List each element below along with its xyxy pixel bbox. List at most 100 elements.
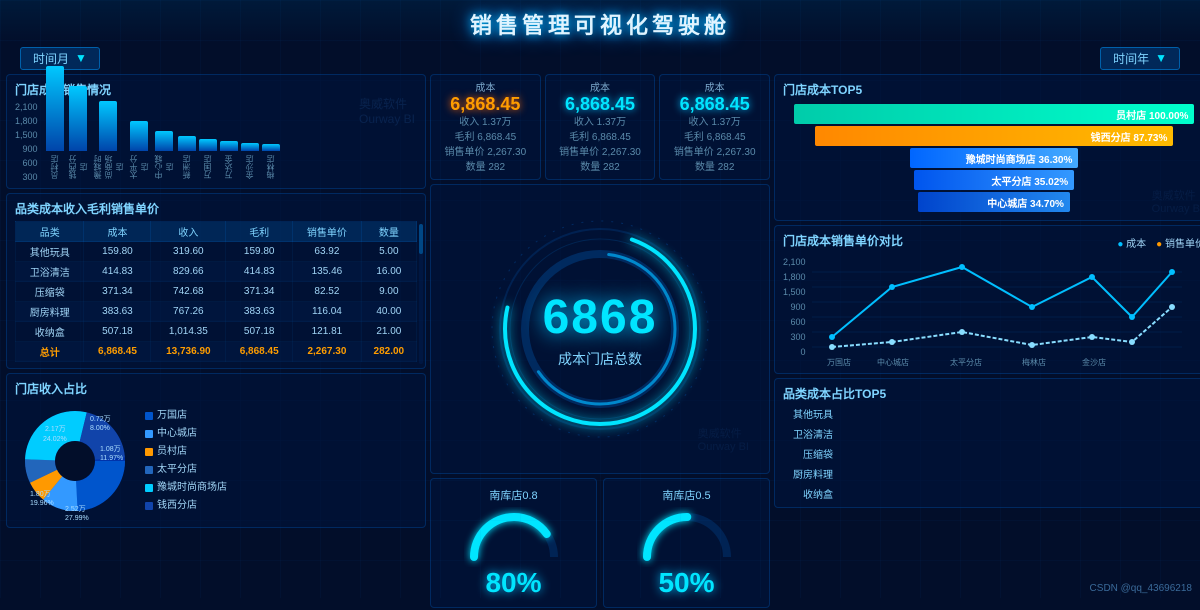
svg-text:中心城店: 中心城店: [877, 357, 909, 367]
gauge-panel: 6868 成本门店总数 奥威软件Ourway BI: [430, 184, 770, 474]
svg-text:金沙店: 金沙店: [1082, 357, 1106, 367]
product-data-table: 品类 成本 收入 毛利 销售单价 数量 其他玩具159.80319.60159.…: [15, 221, 417, 362]
header-bar: 时间月 ▼ 时间年 ▼: [0, 44, 1200, 72]
bar: [99, 101, 117, 151]
legend-item: 太平分店: [145, 461, 227, 479]
bar-item: 梅林店: [262, 144, 280, 182]
mini-gauge-title-2: 南库店0.5: [612, 487, 761, 503]
pie-label: 2.52万: [65, 505, 86, 513]
line-chart-title: 门店成本销售单价对比: [783, 232, 903, 249]
pie-label: 1.80万: [30, 490, 51, 498]
legend-item: 中心城店: [145, 425, 227, 443]
bar: [262, 144, 280, 151]
pie-legend: 万国店 中心城店 员村店 太平分店 豫城时尚商场店 钱西分店: [145, 407, 227, 515]
table-row: 厨房料理383.63767.26383.63116.0440.00: [16, 302, 417, 322]
hbar-item-4: 厨房料理: [783, 466, 1200, 481]
kpi-row: 成本 6,868.45 收入 1.37万毛利 6,868.45销售单价 2,26…: [430, 74, 770, 180]
funnel-bar-3: 豫城时尚商场店 36.30%: [910, 148, 1079, 168]
csdn-tag: CSDN @qq_43696218: [1090, 583, 1192, 594]
line-y-axis: 2,100 1,800 1,500 900 600 300 0: [783, 257, 810, 357]
pie-label: 11.97%: [100, 455, 123, 462]
bar: [155, 131, 173, 151]
bar: [46, 66, 64, 151]
hbar-item-3: 压缩袋: [783, 446, 1200, 461]
pie-chart-panel: 门店收入占比 2.17万 24.02% 0.72万: [6, 373, 426, 528]
mini-gauge-row: 南库店0.8 80% 南库店0.5 50%: [430, 478, 770, 608]
pie-label: 2.17万: [45, 425, 66, 433]
mini-gauge-title-1: 南库店0.8: [439, 487, 588, 503]
pie-label: 1.08万: [100, 445, 121, 453]
price-line: [832, 307, 1172, 347]
store-bar-chart-panel: 门店成本销售情况 2,100 1,800 1,500 900 600 300 员…: [6, 74, 426, 189]
legend-item: 豫城时尚商场店: [145, 479, 227, 497]
funnel-bar-2: 钱西分店 87.73%: [815, 126, 1174, 146]
svg-text:太平分店: 太平分店: [950, 357, 982, 367]
bar-item: 钱西分店: [67, 86, 89, 182]
bar-item: 豫城时尚商场店: [92, 101, 125, 182]
pie-label: 27.99%: [65, 515, 89, 521]
bar-item: 新洲店: [178, 136, 196, 182]
gauge-subtitle: 成本门店总数: [543, 349, 658, 369]
table-row: 卫浴清洁414.83829.66414.83135.4616.00: [16, 262, 417, 282]
top5-funnel-panel: 门店成本TOP5 员村店 100.00% 钱西分店 87.73% 豫城时尚商场店…: [774, 74, 1200, 221]
pie-center: [55, 441, 95, 481]
time-year-selector[interactable]: 时间年 ▼: [1100, 47, 1180, 70]
hbar-list: 其他玩具 卫浴清洁 压缩袋: [783, 406, 1200, 501]
mini-gauge-svg-1: [464, 507, 564, 567]
pie-label: 8.00%: [90, 425, 110, 432]
main-title: 销售管理可视化驾驶舱: [0, 0, 1200, 44]
hbar-panel: 品类成本占比TOP5 其他玩具 卫浴清洁 压: [774, 378, 1200, 508]
legend-item: 钱西分店: [145, 497, 227, 515]
line-legend: ● 成本 ● 销售单价: [1117, 235, 1200, 250]
center-column: 6868 成本门店总数 奥威软件Ourway BI 南库店0.8 80% 南库店…: [430, 184, 770, 608]
pie-label: 19.96%: [30, 500, 54, 507]
pie-container: 2.17万 24.02% 0.72万 8.00% 1.08万 11.97% 1.…: [15, 401, 417, 521]
funnel-bar-4: 太平分店 35.02%: [914, 170, 1074, 190]
gauge-content: 6868 成本门店总数: [543, 290, 658, 369]
hbar-title: 品类成本占比TOP5: [783, 385, 1200, 402]
dashboard: 门店成本销售情况 2,100 1,800 1,500 900 600 300 员…: [0, 72, 1200, 610]
legend-item: 员村店: [145, 443, 227, 461]
svg-text:万国店: 万国店: [827, 357, 851, 367]
kpi-card-2: 成本 6,868.45 收入 1.37万毛利 6,868.45销售单价 2,26…: [545, 74, 656, 180]
bar-item: 中心城店: [153, 131, 175, 182]
mini-gauge-value-1: 80%: [439, 567, 588, 599]
pie-svg: 2.17万 24.02% 0.72万 8.00% 1.08万 11.97% 1.…: [15, 401, 135, 521]
bar: [220, 141, 238, 151]
table-row: 其他玩具159.80319.60159.8063.925.00: [16, 242, 417, 262]
funnel-bar-1: 员村店 100.00%: [794, 104, 1195, 124]
right-column: 门店成本TOP5 员村店 100.00% 钱西分店 87.73% 豫城时尚商场店…: [774, 74, 1200, 608]
bar-item: 太平分店: [128, 121, 150, 182]
product-table-title: 品类成本收入毛利销售单价: [15, 200, 417, 217]
bar: [178, 136, 196, 151]
hbar-item-1: 其他玩具: [783, 406, 1200, 421]
mini-gauge-value-2: 50%: [612, 567, 761, 599]
top5-title: 门店成本TOP5: [783, 81, 1200, 98]
bar: [69, 86, 87, 151]
hbar-item-2: 卫浴清洁: [783, 426, 1200, 441]
table-row: 收纳盒507.181,014.35507.18121.8121.00: [16, 322, 417, 342]
bar-item: 员村店: [46, 66, 64, 182]
hbar-item-5: 收纳盒: [783, 486, 1200, 501]
kpi-card-3: 成本 6,868.45 收入 1.37万毛利 6,868.45销售单价 2,26…: [659, 74, 770, 180]
y-axis: 2,100 1,800 1,500 900 600 300: [15, 102, 42, 182]
bar: [199, 139, 217, 151]
bar-item: 万国店: [199, 139, 217, 182]
scroll-thumb[interactable]: [419, 224, 423, 254]
line-chart-svg: 万国店 中心城店 太平分店 梅林店 金沙店: [812, 257, 1182, 367]
bar-chart: 员村店 钱西分店 豫城时尚商场店 太平分店: [44, 102, 282, 182]
pie-title: 门店收入占比: [15, 380, 417, 397]
line-chart-panel: 门店成本销售单价对比 ● 成本 ● 销售单价 2,100 1,800 1,500…: [774, 225, 1200, 374]
bar-item: 金沙店: [241, 143, 259, 182]
bar-item: 万达金: [220, 141, 238, 182]
bar: [241, 143, 259, 151]
gauge-value: 6868: [543, 290, 658, 345]
scrollbar[interactable]: [419, 224, 423, 364]
mini-gauge-svg-2: [637, 507, 737, 567]
product-table-panel: 品类成本收入毛利销售单价 品类 成本 收入 毛利 销售单价 数量: [6, 193, 426, 369]
left-column: 门店成本销售情况 2,100 1,800 1,500 900 600 300 员…: [6, 74, 426, 608]
legend-item: 万国店: [145, 407, 227, 425]
kpi-card-1: 成本 6,868.45 收入 1.37万毛利 6,868.45销售单价 2,26…: [430, 74, 541, 180]
bar: [130, 121, 148, 151]
table-row: 压缩袋371.34742.68371.3482.529.00: [16, 282, 417, 302]
